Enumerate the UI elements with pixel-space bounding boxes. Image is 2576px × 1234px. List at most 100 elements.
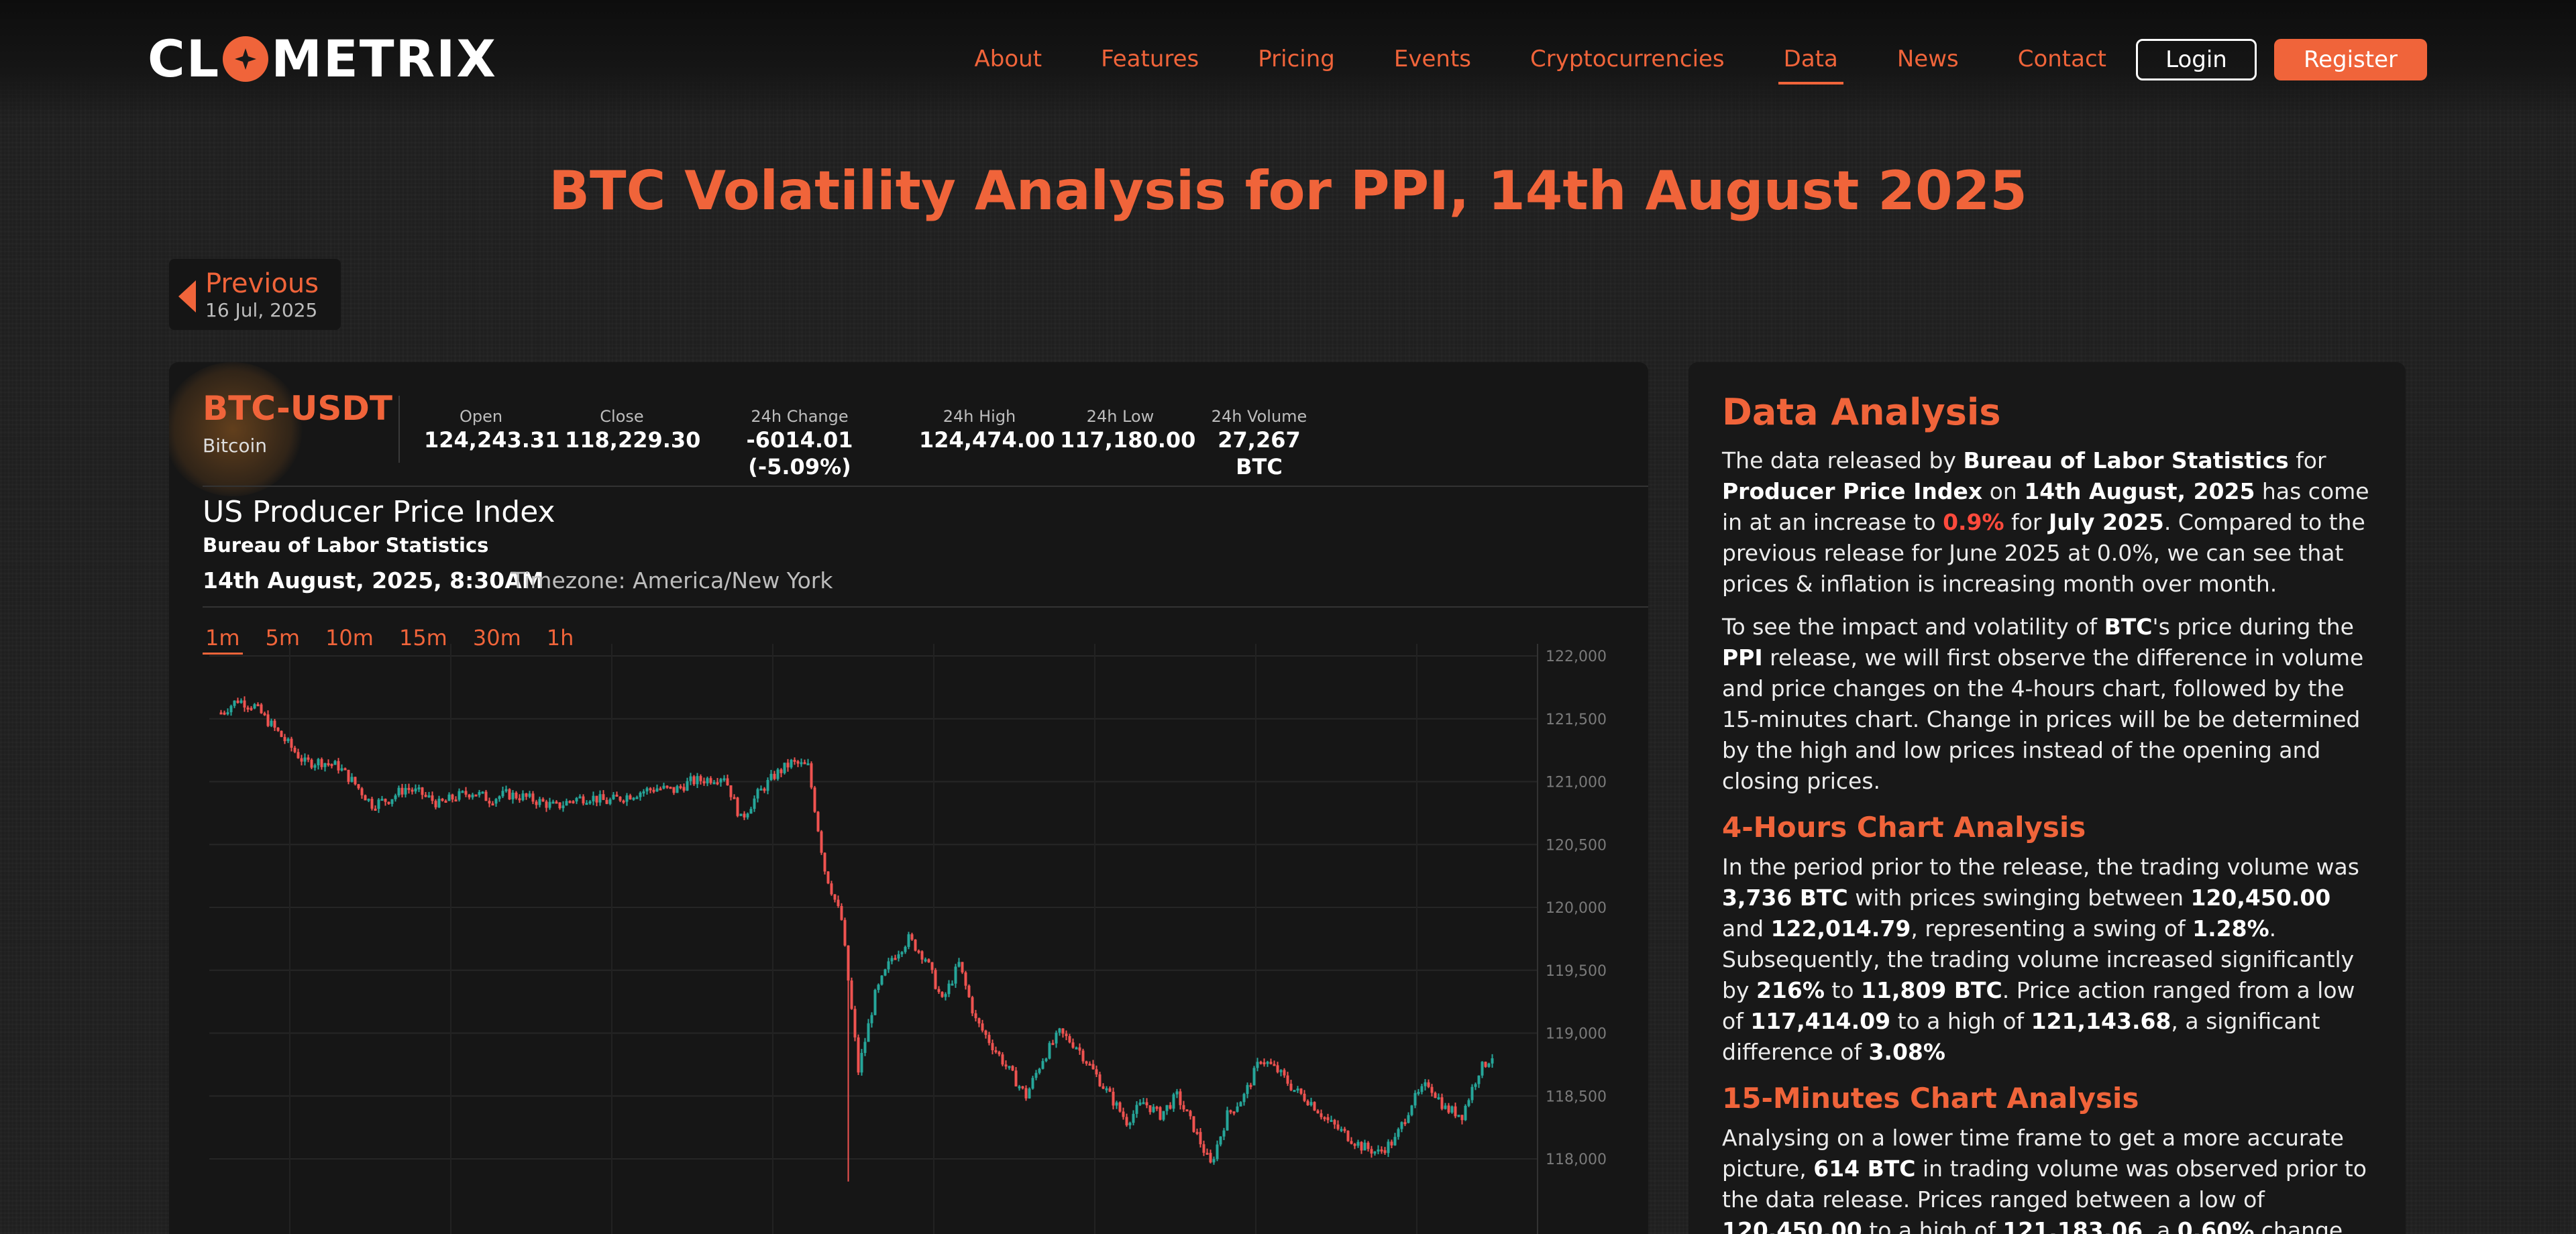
candle-up bbox=[501, 791, 504, 797]
candle-up bbox=[427, 795, 431, 798]
candle-down bbox=[816, 811, 820, 832]
candle-up bbox=[1491, 1058, 1494, 1064]
candle-up bbox=[1296, 1088, 1299, 1091]
candle-down bbox=[424, 795, 427, 797]
nav-link-features[interactable]: Features bbox=[1101, 39, 1199, 79]
register-button[interactable]: Register bbox=[2274, 39, 2427, 80]
candle-down bbox=[283, 736, 286, 742]
stat-open: Open 124,243.31 bbox=[424, 406, 560, 453]
text-bold: 0.60% bbox=[2177, 1217, 2255, 1234]
candle-up bbox=[944, 994, 947, 997]
candle-up bbox=[769, 773, 773, 781]
nav-link-data[interactable]: Data bbox=[1778, 39, 1844, 85]
candle-up bbox=[1041, 1061, 1044, 1069]
candle-up bbox=[1212, 1159, 1216, 1163]
candle-up bbox=[528, 793, 531, 797]
candle-down bbox=[1081, 1050, 1085, 1062]
candle-down bbox=[1189, 1111, 1192, 1117]
candle-up bbox=[1373, 1152, 1377, 1154]
candle-down bbox=[1024, 1088, 1028, 1099]
candle-down bbox=[850, 980, 853, 1009]
candle-up bbox=[1172, 1094, 1175, 1109]
candle-up bbox=[696, 776, 699, 785]
candle-down bbox=[320, 759, 323, 767]
text: to a high of bbox=[1862, 1217, 2003, 1234]
nav-link-cryptocurrencies[interactable]: Cryptocurrencies bbox=[1530, 39, 1725, 79]
candle-up bbox=[635, 797, 639, 799]
candle-up bbox=[239, 700, 243, 704]
candle-down bbox=[649, 788, 652, 791]
candle-up bbox=[551, 801, 555, 804]
clometrix-logo[interactable]: CL METRIX bbox=[148, 32, 497, 86]
candle-up bbox=[790, 759, 793, 768]
candle-up bbox=[1410, 1105, 1413, 1115]
candle-up bbox=[390, 799, 394, 804]
candlestick-chart[interactable]: 122,000 121,500 121,000 120,500 120,000 119,5… bbox=[169, 644, 1648, 1234]
candle-down bbox=[615, 794, 619, 797]
stat-value: 124,243.31 bbox=[424, 427, 560, 453]
top-navbar: CL METRIX About Features Pricing Events … bbox=[0, 0, 2576, 121]
candle-down bbox=[1350, 1141, 1353, 1144]
y-tick-label: 119,000 bbox=[1546, 1026, 1607, 1043]
candle-up bbox=[1132, 1113, 1135, 1123]
text-bold: BTC bbox=[2104, 614, 2153, 640]
candle-up bbox=[598, 794, 602, 803]
text-bold: 121,183.06 bbox=[2002, 1217, 2143, 1234]
nav-link-news[interactable]: News bbox=[1897, 39, 1959, 79]
text-bold: 120,450.00 bbox=[2190, 885, 2331, 911]
candle-up bbox=[1356, 1141, 1360, 1146]
nav-link-events[interactable]: Events bbox=[1394, 39, 1471, 79]
text: , a bbox=[2143, 1217, 2178, 1234]
candle-up bbox=[1477, 1075, 1481, 1084]
analysis-title: Data Analysis bbox=[1722, 391, 2001, 433]
candle-down bbox=[595, 795, 598, 803]
candle-down bbox=[545, 801, 548, 808]
candle-up bbox=[1309, 1102, 1313, 1105]
ticker-name: Bitcoin bbox=[203, 435, 268, 457]
candle-down bbox=[1205, 1152, 1209, 1155]
login-button[interactable]: Login bbox=[2136, 39, 2257, 80]
text: release, we will first observe the diffe… bbox=[1722, 644, 2364, 794]
candle-down bbox=[1229, 1110, 1232, 1113]
text: on bbox=[1982, 478, 2025, 504]
analysis-paragraph-intro: The data released by Bureau of Labor Sta… bbox=[1722, 445, 2372, 600]
candle-down bbox=[1199, 1131, 1202, 1145]
candle-up bbox=[471, 794, 474, 798]
text-bold: 117,414.09 bbox=[1750, 1008, 1891, 1034]
candle-down bbox=[629, 795, 632, 799]
nav-link-contact[interactable]: Contact bbox=[2018, 39, 2106, 79]
candle-down bbox=[1061, 1028, 1065, 1034]
previous-release-button[interactable]: Previous 16 Jul, 2025 bbox=[169, 259, 341, 330]
candle-down bbox=[1102, 1086, 1105, 1089]
candle-up bbox=[481, 791, 484, 794]
nav-link-pricing[interactable]: Pricing bbox=[1258, 39, 1335, 79]
candle-down bbox=[652, 789, 655, 792]
logo-o-mark-icon bbox=[223, 36, 269, 82]
candle-up bbox=[1152, 1107, 1155, 1113]
text: for bbox=[2288, 447, 2326, 473]
candle-down bbox=[669, 787, 672, 789]
candle-up bbox=[1424, 1082, 1427, 1086]
candle-down bbox=[659, 788, 662, 791]
candle-down bbox=[374, 808, 377, 811]
indicator-timezone: Timezone: America/New York bbox=[511, 567, 833, 594]
candle-down bbox=[421, 787, 424, 795]
candle-up bbox=[655, 788, 659, 792]
candle-up bbox=[1162, 1111, 1165, 1120]
analysis-paragraph-15m: Analysing on a lower time frame to get a… bbox=[1722, 1123, 2372, 1234]
candle-down bbox=[1249, 1084, 1252, 1087]
nav-link-about[interactable]: About bbox=[975, 39, 1042, 79]
candle-up bbox=[588, 801, 592, 803]
candle-down bbox=[622, 800, 625, 803]
candle-up bbox=[317, 759, 320, 766]
candle-up bbox=[1242, 1094, 1246, 1103]
candle-up bbox=[578, 796, 582, 799]
candle-up bbox=[706, 778, 709, 784]
candle-down bbox=[927, 959, 930, 962]
text-highlight: 0.9% bbox=[1943, 509, 2004, 535]
candle-down bbox=[1021, 1086, 1024, 1088]
candle-down bbox=[1195, 1131, 1199, 1134]
candle-down bbox=[1303, 1093, 1306, 1101]
candle-up bbox=[1038, 1068, 1041, 1073]
candle-up bbox=[548, 801, 551, 808]
